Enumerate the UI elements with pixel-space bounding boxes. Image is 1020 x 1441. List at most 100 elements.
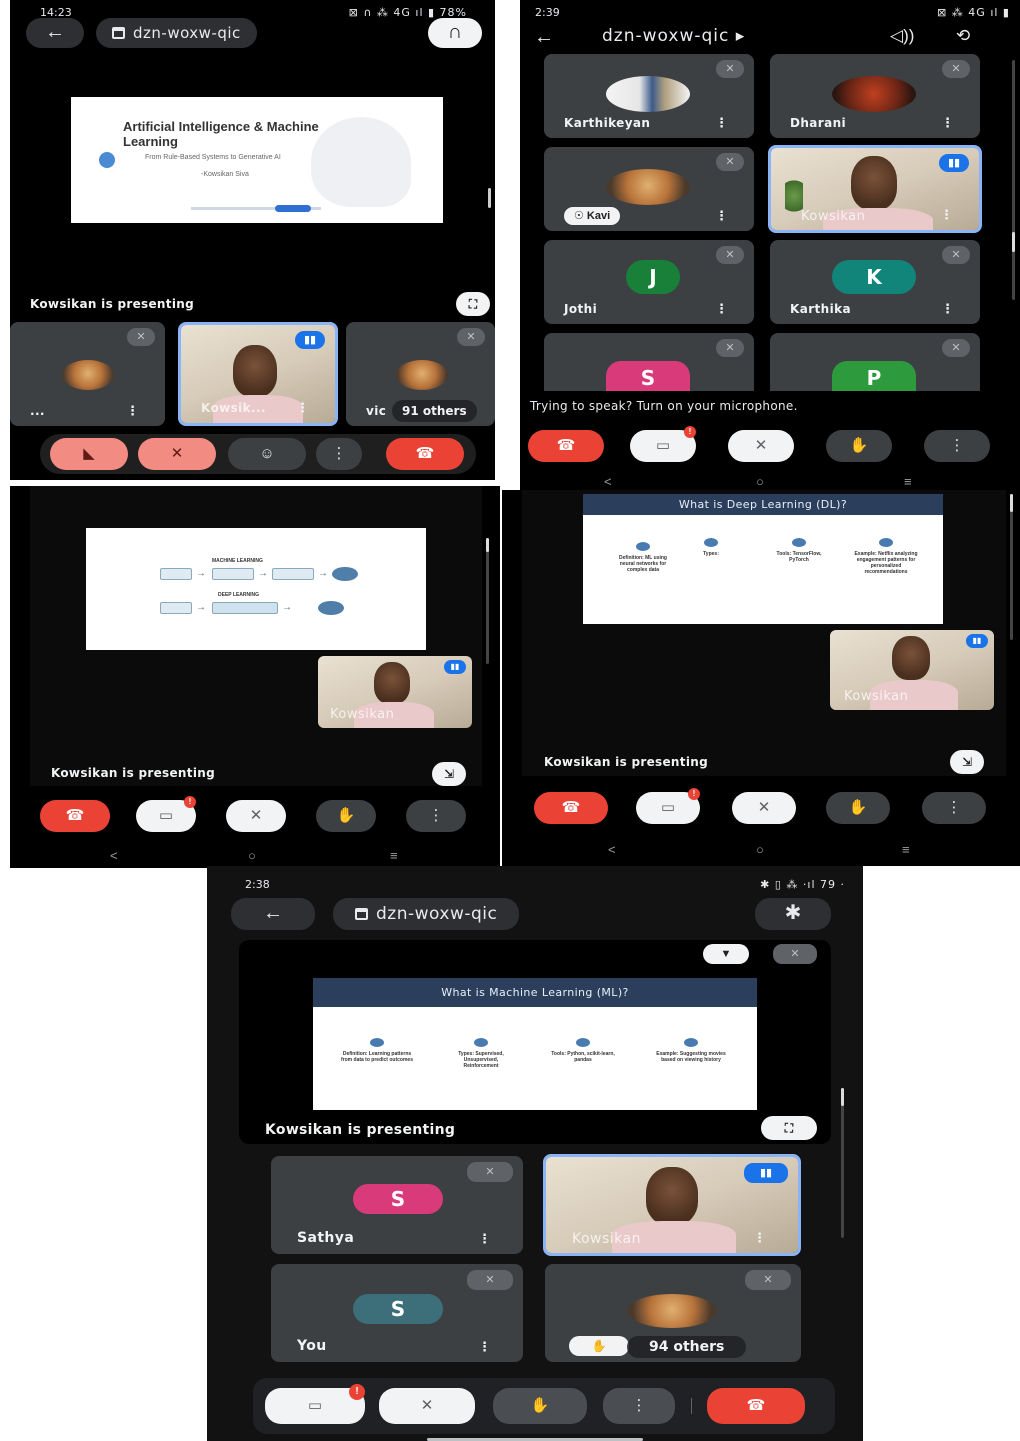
scrollbar[interactable]	[488, 188, 491, 208]
back-button[interactable]: ←	[26, 18, 84, 48]
exit-fullscreen-button[interactable]: ⇲	[950, 750, 984, 774]
participant-tile-self[interactable]: ✕ S You ⋮	[271, 1264, 523, 1362]
scrollbar-track[interactable]	[1010, 494, 1013, 640]
leave-call-button[interactable]: ☎	[528, 430, 604, 462]
pin-button[interactable]: ▼	[703, 944, 749, 964]
more-options-icon[interactable]: ⋮	[753, 1230, 766, 1246]
slide-subtitle: From Rule-Based Systems to Generative AI	[145, 154, 281, 161]
more-options-icon[interactable]: ⋮	[715, 208, 728, 224]
participant-name: Karthikeyan	[564, 116, 651, 130]
scrollbar-thumb[interactable]	[841, 1088, 844, 1106]
participant-tile[interactable]: ✕ ... ⋮	[10, 322, 165, 426]
mic-off-button[interactable]: ✕	[732, 792, 796, 824]
raise-hand-button[interactable]: ✋	[316, 800, 376, 832]
participant-tile[interactable]: ✕ S Sathya ⋮	[271, 1156, 523, 1254]
camera-off-button[interactable]: ◣	[50, 438, 128, 470]
meeting-code-button[interactable]: dzn-woxw-qic ▸	[602, 26, 745, 46]
participant-tile[interactable]: ✕ ☉ Kavi ⋮	[544, 147, 754, 231]
nav-back-icon[interactable]: <	[608, 842, 616, 857]
more-options-icon[interactable]: ⋮	[478, 1339, 491, 1355]
speaking-indicator-icon: ▮▮	[939, 154, 969, 172]
nav-back-icon[interactable]: <	[604, 474, 612, 489]
meeting-code-button[interactable]: dzn-woxw-qic	[333, 898, 520, 930]
camera-off-button[interactable]: ▭!	[636, 788, 700, 824]
emoji-button[interactable]: ☺	[228, 438, 306, 470]
leave-call-button[interactable]: ☎	[40, 800, 110, 832]
fullscreen-button[interactable]: ⛶	[761, 1116, 817, 1140]
more-options-icon[interactable]: ⋮	[126, 403, 139, 419]
participant-tile[interactable]: ✕ P	[770, 333, 980, 391]
back-button[interactable]: ←	[534, 26, 554, 49]
camera-off-button[interactable]: ▭!	[630, 426, 696, 462]
participant-tile-active[interactable]: Kowsikan ▮▮ ⋮	[543, 1154, 801, 1256]
raise-hand-button[interactable]: ✋	[826, 430, 892, 462]
nav-recents-icon[interactable]: ≡	[902, 842, 910, 857]
camera-off-button[interactable]: ▭!	[265, 1384, 365, 1424]
headphones-button[interactable]: ∩	[428, 18, 482, 48]
raise-hand-button[interactable]: ✋	[493, 1388, 587, 1424]
mic-off-button[interactable]: ✕	[138, 438, 216, 470]
more-options-button[interactable]: ⋮	[316, 438, 362, 470]
meeting-code-button[interactable]: dzn-woxw-qic	[96, 18, 257, 48]
participant-name: ...	[30, 404, 45, 418]
presentation-slide: Artificial Intelligence & Machine Learni…	[71, 97, 443, 223]
nav-home-icon[interactable]: ○	[756, 842, 764, 857]
switch-camera-button[interactable]: ⟲	[956, 26, 970, 46]
leave-call-button[interactable]: ☎	[707, 1388, 805, 1424]
participant-tile[interactable]: ✕ Dharani ⋮	[770, 54, 980, 138]
nav-home-icon[interactable]: ○	[248, 848, 256, 863]
scrollbar-thumb[interactable]	[1012, 232, 1015, 252]
more-options-button[interactable]: ⋮	[406, 800, 466, 832]
participant-tile-active[interactable]: ▮▮ Kowsik... ⋮	[178, 322, 338, 426]
mic-off-button[interactable]: ✕	[379, 1388, 475, 1424]
scrollbar-track[interactable]	[486, 538, 489, 664]
fullscreen-button[interactable]: ⛶	[456, 292, 490, 316]
mic-off-button[interactable]: ✕	[728, 430, 794, 462]
participant-tile-active[interactable]: Kowsikan ▮▮ ⋮	[768, 145, 982, 233]
camera-off-button[interactable]: ▭!	[136, 796, 196, 832]
leave-call-button[interactable]: ☎	[386, 438, 464, 470]
participant-tile[interactable]: ✕ vic 91 others	[346, 322, 495, 426]
more-options-icon[interactable]: ⋮	[478, 1231, 491, 1247]
others-count-badge[interactable]: 91 others	[392, 400, 477, 422]
nav-recents-icon[interactable]: ≡	[390, 848, 398, 863]
more-options-button[interactable]: ⋮	[924, 430, 990, 462]
speaker-button[interactable]: ◁))	[890, 26, 914, 46]
more-options-button[interactable]: ⋮	[922, 792, 986, 824]
participant-tile[interactable]: ✕ S	[544, 333, 754, 391]
diagram-output	[318, 601, 344, 615]
participant-tile[interactable]: ✕ K Karthika ⋮	[770, 240, 980, 324]
nav-recents-icon[interactable]: ≡	[904, 474, 912, 489]
more-options-button[interactable]: ⋮	[603, 1388, 675, 1424]
hand-icon: ✋	[530, 1397, 550, 1414]
more-options-icon: ⋮	[331, 445, 347, 462]
more-options-icon[interactable]: ⋮	[296, 400, 309, 416]
more-options-icon[interactable]: ⋮	[941, 115, 954, 131]
participant-tile-group[interactable]: ✕ ✋ 94 others	[545, 1264, 801, 1362]
scrollbar-thumb[interactable]	[1010, 494, 1013, 512]
more-options-icon[interactable]: ⋮	[940, 207, 953, 223]
back-button[interactable]: ←	[231, 898, 315, 930]
more-options-icon[interactable]: ⋮	[715, 301, 728, 317]
raise-hand-button[interactable]: ✋	[826, 792, 890, 824]
participant-tile[interactable]: ✕ Karthikeyan ⋮	[544, 54, 754, 138]
presenter-video: Kowsikan ▮▮	[318, 656, 472, 728]
bluetooth-audio-button[interactable]: ✱	[755, 898, 831, 930]
tools-icon	[576, 1038, 590, 1047]
presentation-area: MACHINE LEARNING → → → DEEP LEARNING → →…	[30, 486, 482, 786]
mic-off-button[interactable]: ✕	[226, 800, 286, 832]
scrollbar-track[interactable]	[841, 1088, 844, 1238]
others-count-badge[interactable]: 94 others	[627, 1336, 747, 1358]
nav-back-icon[interactable]: <	[110, 848, 118, 863]
more-options-icon[interactable]: ⋮	[715, 115, 728, 131]
mic-off-icon: ✕	[716, 339, 744, 357]
scrollbar-thumb[interactable]	[486, 538, 489, 552]
more-options-icon[interactable]: ⋮	[941, 301, 954, 317]
nav-home-icon[interactable]: ○	[756, 474, 764, 489]
diagram-box	[160, 602, 192, 614]
participant-tile[interactable]: ✕ J Jothi ⋮	[544, 240, 754, 324]
leave-call-button[interactable]: ☎	[534, 792, 608, 824]
slide-column: Definition: Learning patterns from data …	[339, 1038, 415, 1063]
exit-fullscreen-button[interactable]: ⇲	[432, 762, 466, 786]
scrollbar-track[interactable]	[1012, 60, 1015, 300]
